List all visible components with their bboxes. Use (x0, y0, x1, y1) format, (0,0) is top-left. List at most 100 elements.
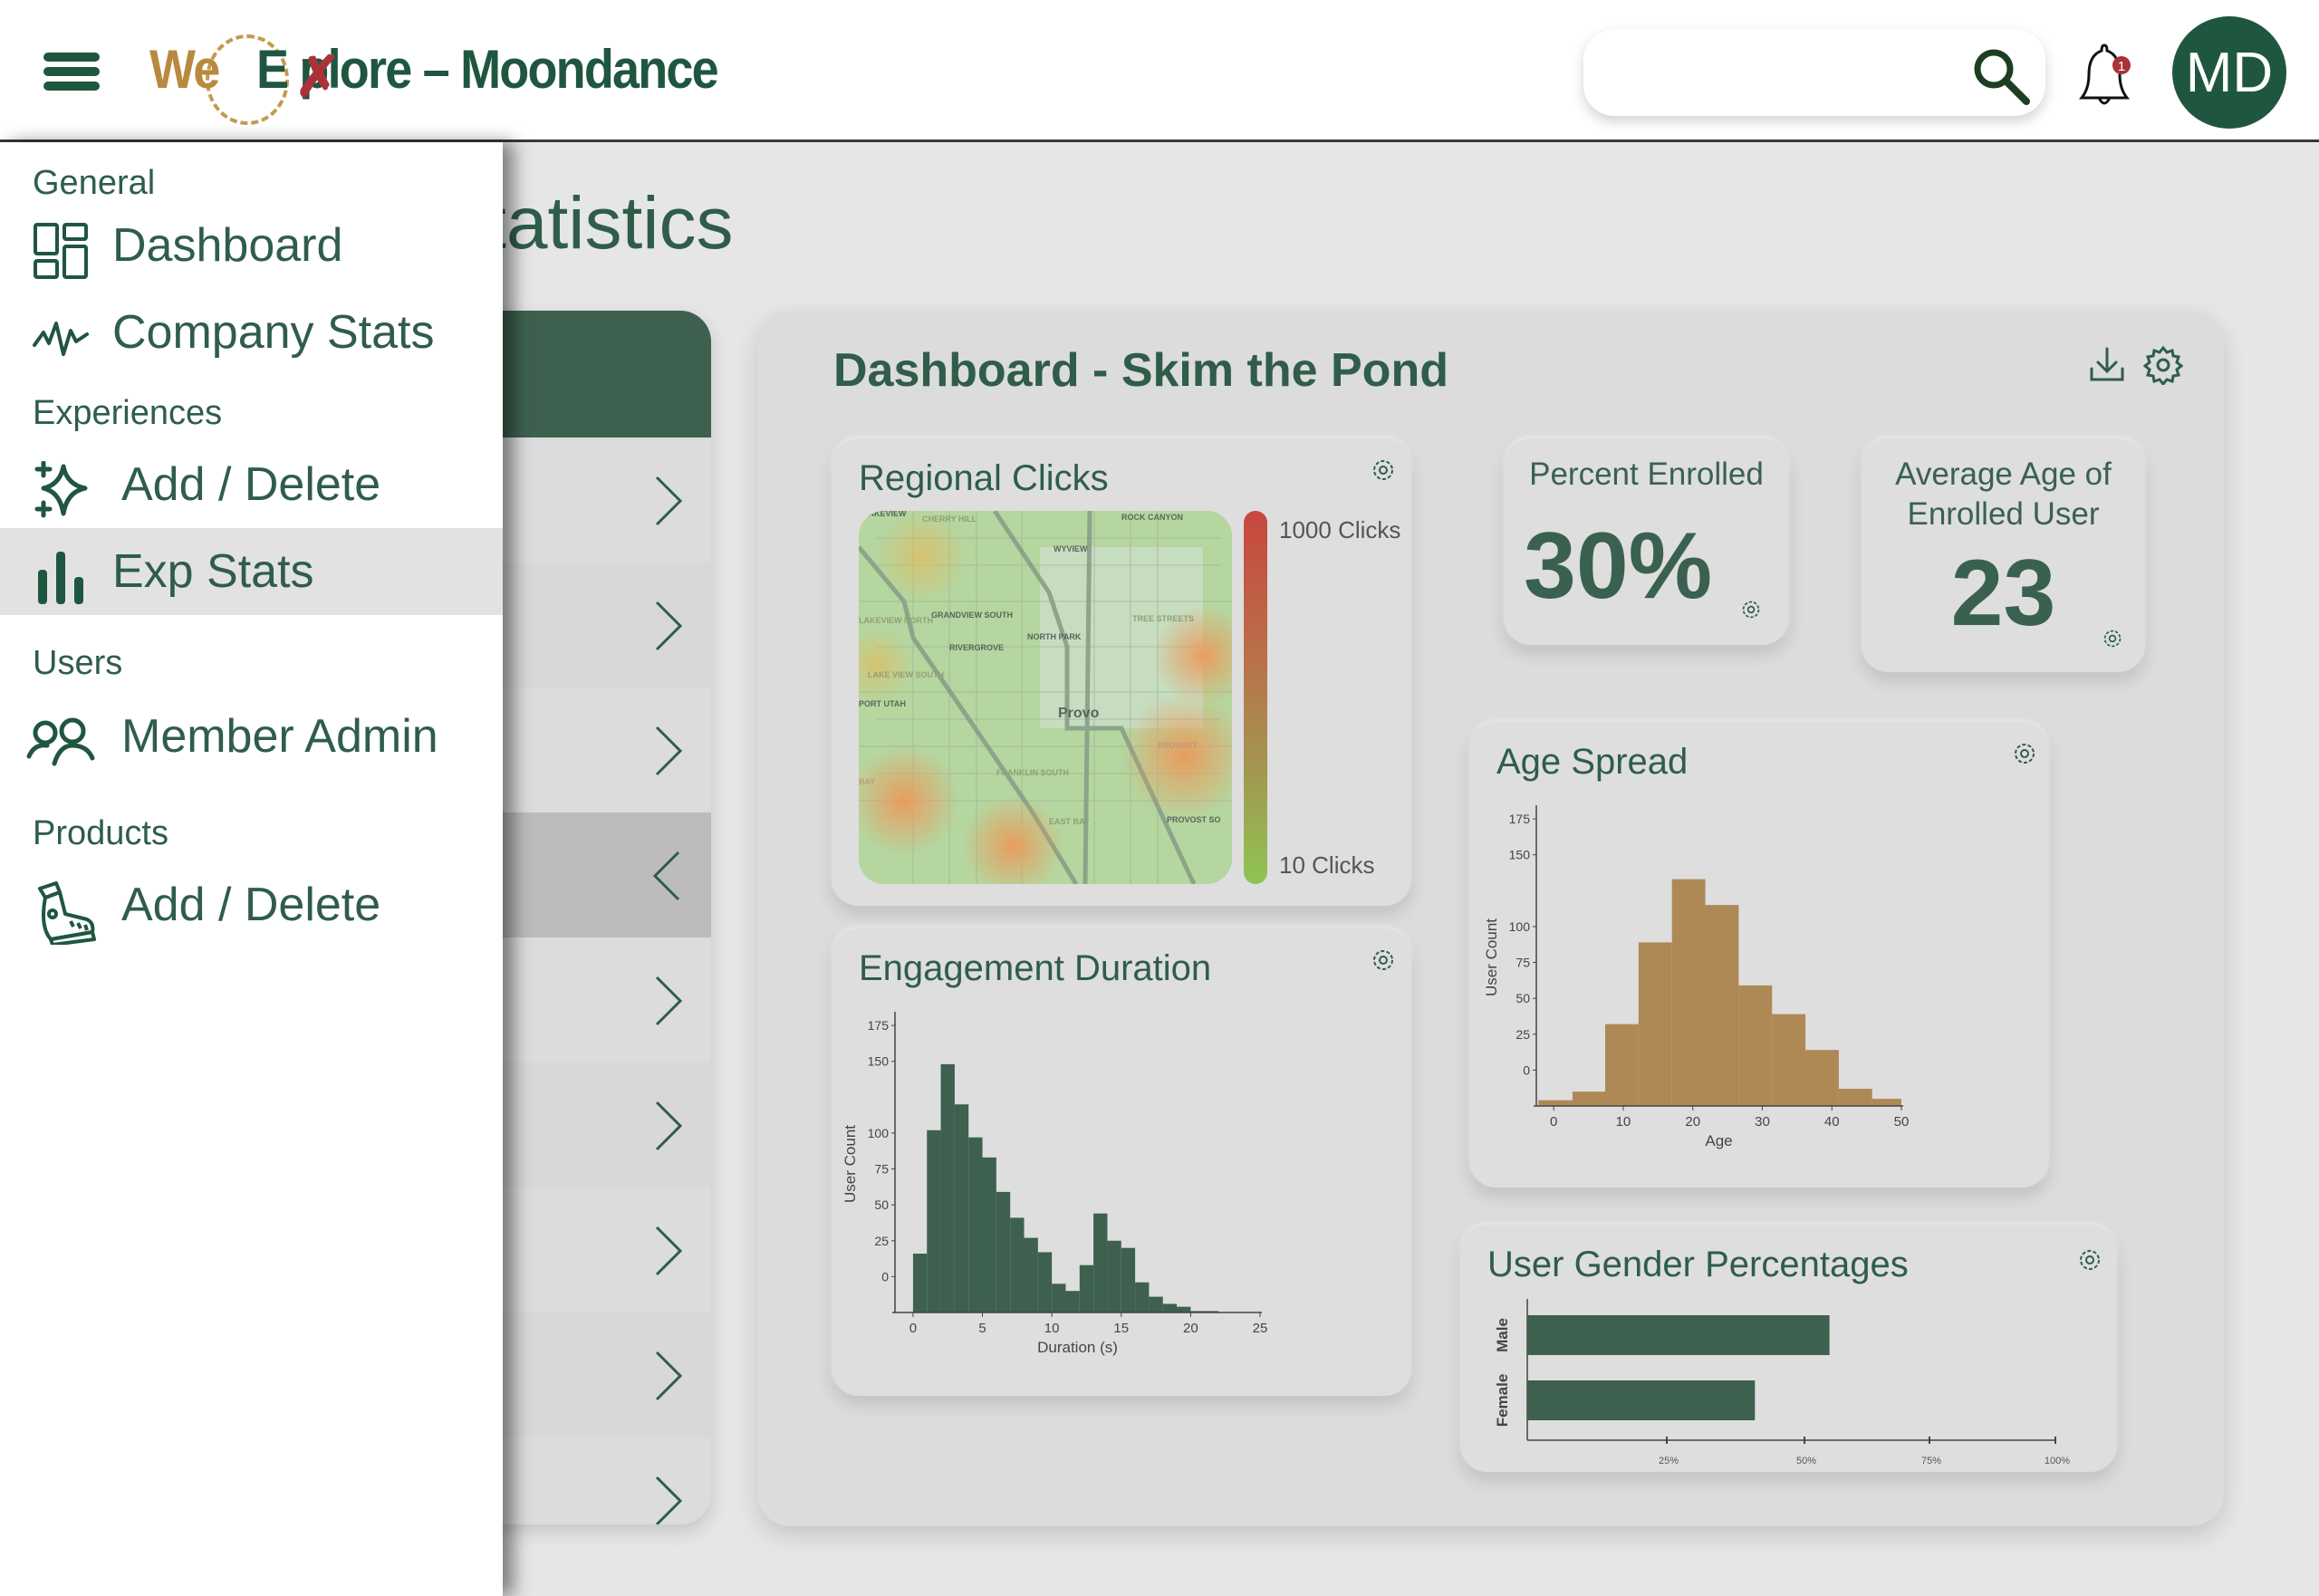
category-label: Female (1494, 1374, 1511, 1428)
histogram-bar (1772, 1014, 1806, 1106)
chevron-right-icon[interactable] (650, 474, 686, 528)
x-tick-label: 30 (1755, 1114, 1770, 1130)
x-tick-label: 10 (1616, 1114, 1631, 1130)
sidebar-item-dashboard[interactable]: Dashboard (0, 202, 503, 289)
sidebar-item-product-add-delete[interactable]: Add / Delete (0, 861, 503, 948)
dashboard-title: Dashboard - Skim the Pond (833, 344, 1448, 397)
histogram-bar (1572, 1091, 1605, 1106)
chevron-right-icon[interactable] (650, 974, 686, 1028)
x-tick-label: 40 (1824, 1114, 1840, 1130)
percent-enrolled-title: Percent Enrolled (1529, 457, 1764, 492)
hamburger-icon-bar (43, 82, 100, 91)
sidebar-nav: General Dashboard Company Stats Experien… (0, 142, 503, 1596)
chevron-right-icon[interactable] (650, 1474, 686, 1524)
y-tick-label: 25 (1516, 1027, 1530, 1042)
x-tick-label: 20 (1685, 1114, 1700, 1130)
dashboard-settings-gear-icon[interactable] (2143, 345, 2183, 385)
x-tick-label: 0 (909, 1321, 917, 1336)
heatmap-colorbar (1244, 511, 1267, 884)
x-tick-label: 0 (1550, 1114, 1557, 1130)
average-age-title-line2: Enrolled User (1907, 496, 2100, 532)
histogram-bar (1177, 1306, 1191, 1312)
histogram-bar (912, 1254, 928, 1312)
sidebar-section-experiences: Experiences (33, 394, 223, 432)
gender-bar-male (1527, 1315, 1830, 1355)
chevron-right-icon[interactable] (650, 599, 686, 653)
histogram-bar (1135, 1282, 1150, 1312)
histogram-bar (1093, 1213, 1108, 1312)
histogram-bar (1705, 905, 1739, 1106)
chevron-right-icon[interactable] (650, 1349, 686, 1403)
menu-toggle-button[interactable] (43, 53, 100, 91)
x-tick-label: 25% (1659, 1456, 1679, 1466)
product-shoe-icon (38, 881, 96, 945)
histogram-bar (1638, 942, 1672, 1106)
sidebar-item-company-stats[interactable]: Company Stats (0, 289, 503, 376)
histogram-bar (1079, 1264, 1094, 1312)
logo-we-text: We (149, 39, 220, 100)
y-tick-label: 50 (874, 1197, 889, 1212)
chevron-left-icon[interactable] (650, 849, 686, 903)
category-label: Male (1494, 1318, 1511, 1352)
download-icon[interactable] (2087, 345, 2127, 385)
y-tick-label: 25 (874, 1234, 889, 1248)
search-icon[interactable] (1970, 45, 2032, 107)
age-spread-chart: 0 25 50 75 100 150 175 0 10 20 30 40 50 Age User Count (1483, 805, 1910, 1149)
card-settings-gear-icon[interactable] (1371, 458, 1395, 482)
y-tick-label: 0 (1523, 1062, 1530, 1077)
x-tick-label: 50 (1894, 1114, 1910, 1130)
histogram-bar (1024, 1237, 1038, 1312)
x-tick-label: 10 (1044, 1321, 1060, 1336)
y-tick-label: 50 (1516, 991, 1530, 1005)
y-axis-label: User Count (842, 1125, 859, 1203)
histogram-bar (1738, 985, 1773, 1106)
sparkle-icon (34, 461, 88, 518)
y-tick-label: 100 (868, 1126, 890, 1140)
bar-chart-icon (38, 552, 83, 604)
sidebar-item-label: Add / Delete (121, 879, 381, 931)
x-tick-label: 75% (1921, 1456, 1941, 1466)
histogram-bar (1872, 1099, 1901, 1106)
colorbar-min-label: 10 Clicks (1279, 851, 1375, 879)
x-axis-label: Duration (s) (1037, 1339, 1118, 1356)
search-input[interactable] (1609, 49, 1953, 94)
histogram-bar (927, 1130, 941, 1312)
colorbar-max-label: 1000 Clicks (1279, 516, 1401, 543)
histogram-bar (954, 1104, 969, 1312)
sidebar-section-users: Users (33, 644, 123, 682)
notification-count: 1 (2118, 59, 2125, 74)
x-axis-label: Age (1705, 1132, 1732, 1149)
x-tick-label: 50% (1796, 1456, 1816, 1466)
gender-card: User Gender Percentages Male Female 25% 50%… (1460, 1225, 2117, 1472)
chevron-right-icon[interactable] (650, 1099, 686, 1153)
sidebar-item-member-admin[interactable]: Member Admin (0, 693, 503, 780)
brand-logo[interactable]: We E plore – Moondance ✗ (149, 27, 784, 127)
users-icon (26, 717, 95, 766)
heatmap-map[interactable]: LAKEVIEW CHERRY HILL ROCK CANYON WYVIEW … (859, 511, 1232, 884)
y-tick-label: 150 (868, 1054, 890, 1069)
x-tick-label: 25 (1253, 1321, 1268, 1336)
histogram-bar (982, 1157, 996, 1312)
histogram-bar (1162, 1303, 1178, 1312)
notification-bell-icon[interactable]: 1 (2074, 42, 2138, 111)
user-avatar[interactable]: MD (2172, 16, 2286, 129)
average-age-card: Average Age of Enrolled User 23 (1862, 438, 2145, 672)
average-age-title-line1: Average Age of (1895, 457, 2112, 492)
y-tick-label: 100 (1509, 919, 1531, 934)
gender-bar-female (1527, 1380, 1756, 1420)
regional-clicks-card: Regional Clicks LAKEVIEW CHERRY HILL ROC… (832, 438, 1411, 906)
pulse-icon (33, 322, 89, 356)
heatmap-svg: LAKEVIEW CHERRY HILL ROCK CANYON WYVIEW … (859, 511, 1232, 884)
card-settings-gear-icon[interactable] (2102, 629, 2122, 649)
engagement-duration-chart: 0 25 50 75 100 150 175 0 5 10 15 20 25 Duration (s) Us… (842, 1012, 1268, 1356)
sidebar-item-exp-stats[interactable]: Exp Stats (0, 528, 503, 615)
y-tick-label: 175 (1509, 812, 1531, 826)
y-tick-label: 75 (1516, 956, 1530, 970)
histogram-bar (1037, 1252, 1053, 1312)
x-tick-label: 5 (978, 1321, 986, 1336)
histogram-bar (1065, 1291, 1080, 1312)
sidebar-item-experience-add-delete[interactable]: Add / Delete (0, 441, 503, 528)
chevron-right-icon[interactable] (650, 724, 686, 778)
chevron-right-icon[interactable] (650, 1224, 686, 1278)
card-settings-gear-icon[interactable] (1741, 600, 1761, 620)
